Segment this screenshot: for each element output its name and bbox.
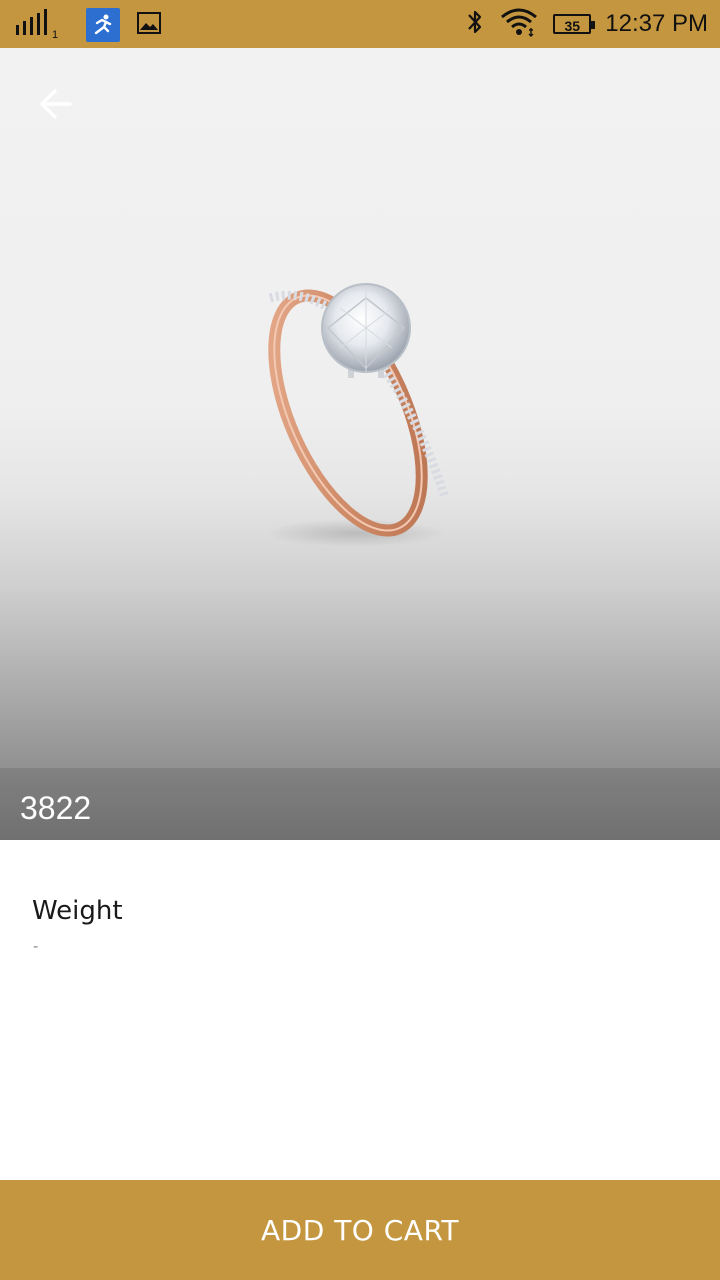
product-title-bar [0, 768, 720, 840]
wifi-icon [499, 6, 539, 43]
arrow-left-icon [38, 86, 74, 127]
status-clock: 12:37 PM [605, 10, 708, 37]
running-app-icon [86, 8, 121, 42]
ring-illustration [265, 283, 450, 547]
bluetooth-icon [465, 7, 485, 42]
status-bar: 1 35 12:37 PM [0, 0, 720, 48]
gallery-icon [136, 11, 162, 40]
sim-number: 1 [52, 29, 59, 41]
product-image: 3822 [0, 48, 720, 840]
weight-label: Weight [32, 896, 123, 926]
add-to-cart-button[interactable]: ADD TO CART [0, 1180, 720, 1280]
battery-indicator: 35 [553, 14, 596, 34]
back-button[interactable] [34, 84, 78, 128]
status-left-icons: 1 [14, 8, 162, 42]
product-code: 3822 [20, 790, 92, 826]
signal-icon [14, 8, 48, 42]
status-right-icons: 35 12:37 PM [465, 6, 708, 42]
weight-value: - [33, 938, 39, 955]
product-details: Weight - [0, 840, 720, 1180]
